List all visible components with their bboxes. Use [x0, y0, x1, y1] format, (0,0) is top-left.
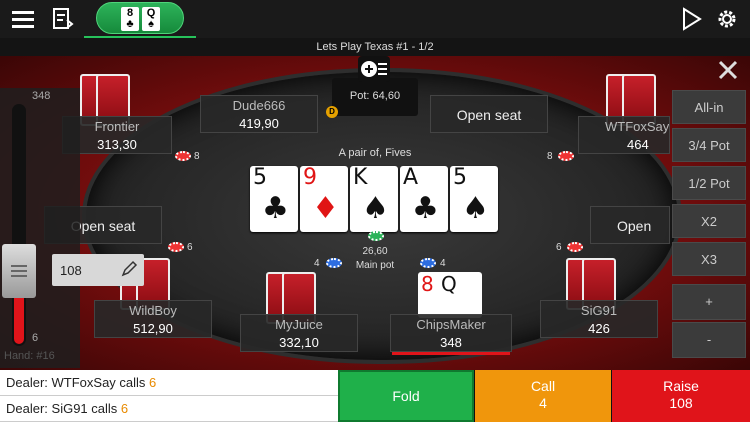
- player-stack: 464: [627, 137, 649, 152]
- all-in-button[interactable]: All-in: [672, 90, 746, 124]
- pot-box: Pot: 64,60: [332, 78, 418, 116]
- half-pot-button[interactable]: 1/2 Pot: [672, 166, 746, 200]
- add-chips-icon[interactable]: [358, 56, 390, 82]
- slider-handle[interactable]: [2, 244, 36, 298]
- player-dude666[interactable]: Dude666 419,90: [200, 95, 318, 133]
- three-quarter-pot-button[interactable]: 3/4 Pot: [672, 128, 746, 162]
- bet-amount-input[interactable]: 108: [52, 254, 144, 286]
- play-icon[interactable]: [678, 6, 704, 32]
- hand-description: A pair of, Fives: [338, 147, 412, 159]
- decrease-button[interactable]: -: [672, 322, 746, 358]
- player-wtfoxsay[interactable]: WTFoxSay 464: [578, 116, 670, 154]
- call-amount: 4: [539, 395, 547, 411]
- bet-chip: [567, 242, 583, 252]
- table-title: Lets Play Texas #1 - 1/2: [316, 41, 434, 53]
- player-stack: 426: [588, 321, 610, 336]
- community-card: 5 ♣: [250, 166, 298, 232]
- player-myjuice[interactable]: MyJuice 332,10: [240, 314, 358, 352]
- increase-button[interactable]: +: [672, 284, 746, 320]
- player-wildboy[interactable]: WildBoy 512,90: [94, 300, 212, 338]
- player-stack: 348: [440, 335, 462, 350]
- slider-track[interactable]: [12, 104, 26, 346]
- slider-min-label: 6: [32, 332, 39, 344]
- bet-chip: [175, 151, 191, 161]
- fold-button[interactable]: Fold: [338, 370, 474, 422]
- community-card: K ♠: [350, 166, 398, 232]
- community-card: 5 ♠: [450, 166, 498, 232]
- open-seat[interactable]: Open seat: [590, 206, 670, 244]
- bet-amount: 6: [187, 242, 193, 253]
- top-bar: 8 ♣ Q ♠: [0, 0, 750, 39]
- history-icon[interactable]: [50, 6, 76, 32]
- player-name: SiG91: [580, 303, 618, 318]
- bet-amount: 8: [194, 151, 200, 162]
- player-name: MyJuice: [275, 317, 323, 332]
- fold-label: Fold: [392, 388, 420, 404]
- raise-label: Raise: [663, 378, 699, 394]
- main-pot-label: Main pot: [355, 260, 395, 271]
- bet-amount: 4: [314, 258, 320, 269]
- bet-chip: [326, 258, 342, 268]
- main-pot-amount: 26,60: [362, 246, 388, 257]
- bet-amount: 6: [556, 242, 562, 253]
- x2-button[interactable]: X2: [672, 204, 746, 238]
- bet-amount-value: 108: [60, 263, 82, 278]
- gear-icon[interactable]: [714, 6, 740, 32]
- bet-chip: [168, 242, 184, 252]
- bet-chip: [420, 258, 436, 268]
- x3-button[interactable]: X3: [672, 242, 746, 276]
- bet-amount: 4: [440, 258, 446, 269]
- table-tab[interactable]: 8 ♣ Q ♠: [96, 2, 184, 34]
- player-name: WildBoy: [129, 303, 177, 318]
- menu-icon[interactable]: [10, 6, 36, 32]
- pot-label: Pot: 64,60: [349, 90, 401, 102]
- open-seat[interactable]: Open seat: [430, 95, 548, 133]
- player-stack: 512,90: [133, 321, 173, 336]
- raise-amount: 108: [669, 395, 693, 411]
- dealer-button: D: [326, 106, 338, 118]
- log-line: Dealer: WTFoxSay calls 6: [0, 370, 338, 396]
- bet-chip: [558, 151, 574, 161]
- community-card: 9 ♦: [300, 166, 348, 232]
- player-name: WTFoxSay: [605, 119, 670, 134]
- timer-bar: [392, 352, 510, 355]
- raise-button[interactable]: Raise 108: [612, 370, 750, 422]
- call-label: Call: [530, 378, 556, 394]
- close-icon[interactable]: [712, 58, 744, 84]
- hero-hole-cards: 8 Q: [418, 272, 488, 318]
- player-stack: 419,90: [239, 116, 279, 131]
- player-stack: 332,10: [279, 335, 319, 350]
- action-log: Dealer: WTFoxSay calls 6 Dealer: SiG91 c…: [0, 370, 338, 422]
- player-name: ChipsMaker: [416, 317, 486, 332]
- tab-card: Q ♠: [142, 7, 160, 31]
- slider-max-label: 348: [32, 90, 51, 102]
- tab-card: 8 ♣: [121, 7, 139, 31]
- player-chipsmaker[interactable]: ChipsMaker 348: [390, 314, 512, 352]
- player-sig91[interactable]: SiG91 426: [540, 300, 658, 338]
- hand-number: Hand: #16: [4, 350, 55, 362]
- pencil-icon[interactable]: [120, 260, 138, 283]
- player-name: Dude666: [232, 98, 286, 113]
- log-line: Dealer: SiG91 calls 6: [0, 396, 338, 422]
- call-button[interactable]: Call 4: [475, 370, 611, 422]
- bet-amount: 8: [547, 151, 553, 162]
- community-card: A ♣: [400, 166, 448, 232]
- pot-chip: [368, 231, 384, 241]
